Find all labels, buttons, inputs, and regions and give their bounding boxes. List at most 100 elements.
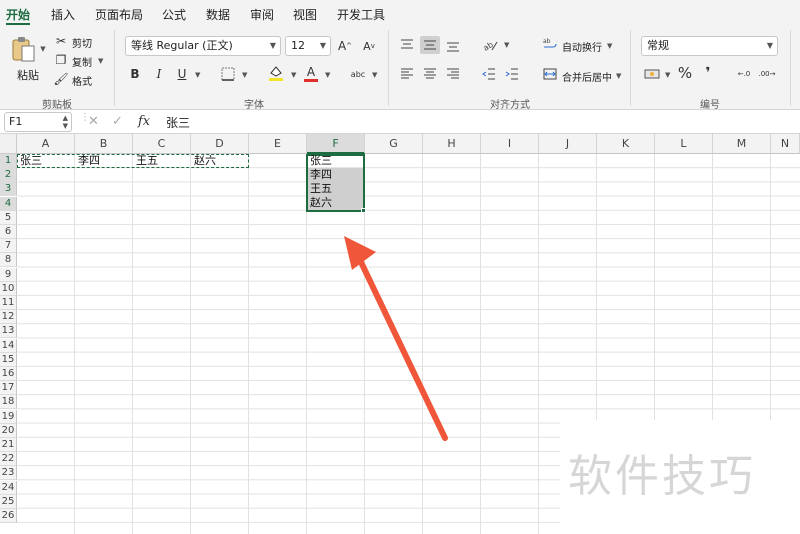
chevron-down-icon[interactable]: ▼ <box>242 71 247 79</box>
cancel-icon[interactable]: ✕ <box>88 114 99 129</box>
column-header-n[interactable]: N <box>771 134 800 154</box>
chevron-down-icon[interactable]: ▼ <box>195 71 200 79</box>
row-header-18[interactable]: 18 <box>0 395 17 410</box>
tab-page-layout[interactable]: 页面布局 <box>95 6 143 23</box>
cell-d1[interactable]: 赵六 <box>194 154 216 168</box>
wrap-text-icon[interactable]: ab <box>542 36 558 52</box>
scissors-icon[interactable]: ✂ <box>54 34 68 48</box>
chevron-down-icon[interactable]: ▼ <box>372 71 377 79</box>
cell-f2[interactable]: 李四 <box>310 168 332 182</box>
cell-a1[interactable]: 张三 <box>20 154 42 168</box>
merge-center-button[interactable]: 合并后居中 <box>562 69 612 84</box>
copy-button[interactable]: 复制 <box>72 54 92 69</box>
row-header-2[interactable]: 2 <box>0 168 17 183</box>
number-format-select[interactable]: 常规 ▼ <box>641 36 778 56</box>
tab-home[interactable]: 开始 <box>6 6 30 23</box>
row-header-19[interactable]: 19 <box>0 409 17 424</box>
align-right-icon[interactable] <box>444 66 462 82</box>
cut-button[interactable]: 剪切 <box>72 35 92 50</box>
row-header-3[interactable]: 3 <box>0 182 17 197</box>
row-header-9[interactable]: 9 <box>0 267 17 282</box>
spinner-icon[interactable]: ▲ ▼ <box>63 114 68 130</box>
align-center-icon[interactable] <box>421 66 439 82</box>
column-header-l[interactable]: L <box>655 134 713 154</box>
row-header-14[interactable]: 14 <box>0 338 17 353</box>
percent-button[interactable]: % <box>677 64 693 82</box>
column-header-d[interactable]: D <box>191 134 249 154</box>
row-header-5[interactable]: 5 <box>0 210 17 225</box>
row-header-1[interactable]: 1 <box>0 154 17 168</box>
column-header-h[interactable]: H <box>423 134 481 154</box>
row-header-26[interactable]: 26 <box>0 509 17 523</box>
format-painter-button[interactable]: 格式 <box>72 73 92 88</box>
row-header-13[interactable]: 13 <box>0 324 17 339</box>
column-header-j[interactable]: J <box>539 134 597 154</box>
decrease-decimal-icon[interactable]: .00→ <box>758 66 776 82</box>
row-header-4[interactable]: 4 <box>0 196 17 211</box>
tab-formulas[interactable]: 公式 <box>162 6 186 23</box>
row-header-25[interactable]: 25 <box>0 494 17 509</box>
font-color-icon[interactable]: A <box>302 63 320 83</box>
column-header-m[interactable]: M <box>713 134 771 154</box>
column-header-g[interactable]: G <box>365 134 423 154</box>
wrap-text-button[interactable]: 自动换行 <box>562 39 602 54</box>
align-bottom-icon[interactable] <box>444 36 462 54</box>
column-header-a[interactable]: A <box>17 134 75 154</box>
orientation-icon[interactable]: ab <box>480 36 500 54</box>
confirm-icon[interactable]: ✓ <box>112 114 123 129</box>
cell-f1[interactable]: 张三 <box>310 154 332 168</box>
chevron-down-icon[interactable]: ▼ <box>616 72 621 80</box>
cell-f4[interactable]: 赵六 <box>310 196 332 210</box>
column-header-e[interactable]: E <box>249 134 307 154</box>
decrease-indent-icon[interactable] <box>480 66 498 82</box>
align-middle-icon[interactable] <box>420 36 440 54</box>
currency-icon[interactable] <box>643 66 661 82</box>
row-header-10[interactable]: 10 <box>0 281 17 296</box>
phonetic-icon[interactable]: abc <box>347 66 369 82</box>
paste-icon[interactable]: ▼ <box>10 34 46 64</box>
tab-insert[interactable]: 插入 <box>51 6 75 23</box>
select-all-corner[interactable] <box>0 134 17 154</box>
chevron-down-icon[interactable]: ▼ <box>504 41 509 49</box>
merge-center-icon[interactable] <box>542 66 558 82</box>
formula-input[interactable]: 张三 <box>166 114 190 131</box>
tab-data[interactable]: 数据 <box>206 6 230 23</box>
borders-icon[interactable] <box>220 66 236 82</box>
cell-b1[interactable]: 李四 <box>78 154 100 168</box>
row-header-17[interactable]: 17 <box>0 381 17 396</box>
italic-button[interactable]: I <box>152 66 166 82</box>
cell-c1[interactable]: 王五 <box>136 154 158 168</box>
paste-button[interactable]: 粘贴 <box>17 67 39 83</box>
row-header-12[interactable]: 12 <box>0 310 17 325</box>
grow-font-icon[interactable]: A ^ <box>337 38 353 54</box>
row-header-15[interactable]: 15 <box>0 352 17 367</box>
row-header-16[interactable]: 16 <box>0 367 17 381</box>
row-header-11[interactable]: 11 <box>0 296 17 310</box>
column-header-f[interactable]: F <box>307 134 365 154</box>
row-header-20[interactable]: 20 <box>0 423 17 438</box>
bold-button[interactable]: B <box>128 66 142 82</box>
font-name-select[interactable]: 等线 Regular (正文) ▼ <box>125 36 281 56</box>
tab-review[interactable]: 审阅 <box>250 6 274 23</box>
align-left-icon[interactable] <box>398 66 416 82</box>
chevron-down-icon[interactable]: ▼ <box>98 57 103 65</box>
tab-view[interactable]: 视图 <box>293 6 317 23</box>
align-top-icon[interactable] <box>398 36 416 54</box>
highlight-icon[interactable] <box>267 64 285 82</box>
tab-developer[interactable]: 开发工具 <box>337 6 385 23</box>
row-header-23[interactable]: 23 <box>0 466 17 481</box>
font-size-select[interactable]: 12 ▼ <box>285 36 331 56</box>
chevron-down-icon[interactable]: ▼ <box>291 71 296 79</box>
column-header-b[interactable]: B <box>75 134 133 154</box>
fill-handle[interactable] <box>361 208 366 213</box>
column-header-k[interactable]: K <box>597 134 655 154</box>
row-header-24[interactable]: 24 <box>0 480 17 495</box>
cell-f3[interactable]: 王五 <box>310 182 332 196</box>
column-header-i[interactable]: I <box>481 134 539 154</box>
comma-button[interactable]: ❜ <box>701 64 715 82</box>
shrink-font-icon[interactable]: Av <box>361 38 377 54</box>
chevron-down-icon[interactable]: ▼ <box>665 71 670 79</box>
row-header-22[interactable]: 22 <box>0 452 17 467</box>
insert-function-button[interactable]: fx <box>138 114 150 129</box>
row-header-7[interactable]: 7 <box>0 239 17 254</box>
